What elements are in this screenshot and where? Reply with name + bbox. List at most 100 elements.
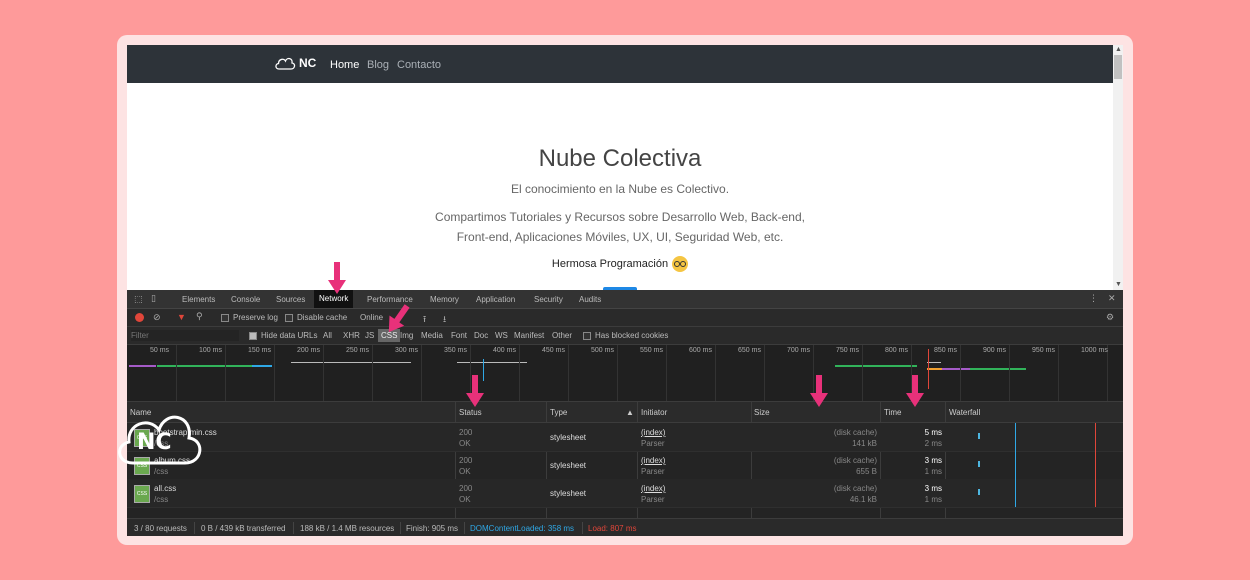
filter-ws[interactable]: WS bbox=[495, 331, 508, 340]
nav-contacto[interactable]: Contacto bbox=[397, 59, 441, 71]
device-toolbar-icon[interactable]: ▯ bbox=[151, 293, 156, 304]
request-name[interactable]: all.css bbox=[154, 484, 176, 493]
timeline-tick-label: 500 ms bbox=[591, 347, 614, 354]
timeline-gridline bbox=[323, 345, 324, 401]
col-type[interactable]: Type bbox=[550, 408, 567, 417]
tab-memory[interactable]: Memory bbox=[430, 295, 459, 304]
hide-data-urls-box[interactable] bbox=[249, 331, 257, 340]
clear-icon[interactable]: ⊘ bbox=[153, 312, 161, 323]
more-options-icon[interactable]: ⋮ bbox=[1089, 293, 1098, 304]
hero-paragraph-line1: Compartimos Tutoriales y Recursos sobre … bbox=[435, 210, 805, 224]
inspect-element-icon[interactable]: ⬚ bbox=[134, 294, 143, 305]
table-row[interactable]: CSS album.css/css 200 OK stylesheet (index) Pa… bbox=[127, 451, 1123, 480]
logo-text: NC bbox=[299, 56, 317, 70]
waterfall-dcl-line bbox=[1015, 451, 1016, 479]
timeline-gridline bbox=[274, 345, 275, 401]
throttling-select[interactable]: Online bbox=[360, 313, 383, 322]
timeline-gridline bbox=[519, 345, 520, 401]
settings-gear-icon[interactable]: ⚙ bbox=[1106, 312, 1114, 323]
request-latency: 1 ms bbox=[924, 467, 942, 476]
request-time: 3 ms bbox=[924, 484, 942, 493]
timeline-gridline bbox=[421, 345, 422, 401]
tab-performance[interactable]: Performance bbox=[367, 295, 413, 304]
page-scrollbar[interactable]: ▲ ▼ bbox=[1113, 45, 1123, 290]
timeline-gridline bbox=[764, 345, 765, 401]
timeline-tick-label: 350 ms bbox=[444, 347, 467, 354]
filter-input[interactable]: Filter bbox=[131, 330, 239, 341]
request-type: stylesheet bbox=[550, 489, 587, 498]
request-size: 46.1 kB bbox=[849, 495, 877, 504]
col-time[interactable]: Time bbox=[884, 408, 901, 417]
close-devtools-icon[interactable]: ✕ bbox=[1108, 293, 1116, 304]
timeline-gridline bbox=[1058, 345, 1059, 401]
site-logo[interactable]: NC bbox=[274, 56, 316, 70]
col-status[interactable]: Status bbox=[459, 408, 482, 417]
tab-application[interactable]: Application bbox=[476, 295, 515, 304]
timeline-tick-label: 950 ms bbox=[1032, 347, 1055, 354]
nav-home[interactable]: Home bbox=[330, 59, 359, 71]
col-waterfall[interactable]: Waterfall bbox=[949, 408, 980, 417]
annotation-arrow-status bbox=[466, 375, 484, 407]
tab-elements[interactable]: Elements bbox=[182, 295, 215, 304]
timeline-tick-label: 100 ms bbox=[199, 347, 222, 354]
filter-all[interactable]: All bbox=[323, 331, 332, 340]
scroll-up-icon[interactable]: ▲ bbox=[1115, 46, 1122, 53]
disable-cache-box[interactable] bbox=[285, 313, 293, 322]
filter-media[interactable]: Media bbox=[421, 331, 443, 340]
col-size[interactable]: Size bbox=[754, 408, 770, 417]
filter-img[interactable]: Img bbox=[400, 331, 413, 340]
import-har-icon[interactable]: ⭱ bbox=[423, 312, 426, 328]
network-overview-timeline[interactable]: 50 ms 100 ms 150 ms 200 ms 250 ms 300 ms 350 m… bbox=[127, 345, 1123, 402]
filter-icon[interactable]: ▼ bbox=[177, 312, 186, 322]
timeline-tick-label: 650 ms bbox=[738, 347, 761, 354]
preserve-log-box[interactable] bbox=[221, 313, 229, 322]
filter-js[interactable]: JS bbox=[365, 331, 374, 340]
tab-security[interactable]: Security bbox=[534, 295, 563, 304]
tab-console[interactable]: Console bbox=[231, 295, 260, 304]
nav-blog[interactable]: Blog bbox=[367, 59, 389, 71]
request-status: 200 bbox=[459, 428, 473, 437]
table-row[interactable]: CSS all.css/css 200 OK stylesheet (index) Pars… bbox=[127, 479, 1123, 508]
scrollbar-thumb[interactable] bbox=[1114, 55, 1122, 79]
filter-xhr[interactable]: XHR bbox=[343, 331, 360, 340]
timeline-tick-label: 700 ms bbox=[787, 347, 810, 354]
waterfall-load-line bbox=[1095, 451, 1096, 479]
scroll-down-icon[interactable]: ▼ bbox=[1115, 281, 1122, 288]
annotation-arrow-network bbox=[328, 262, 346, 294]
cloud-icon bbox=[275, 57, 296, 70]
col-initiator[interactable]: Initiator bbox=[641, 408, 667, 417]
sort-ascending-icon[interactable]: ▲ bbox=[626, 408, 634, 417]
overview-bar-6 bbox=[835, 365, 917, 367]
export-har-icon[interactable]: ⭳ bbox=[443, 312, 446, 328]
network-toolbar: ⊘ ▼ ⚲ Preserve log Disable cache Online … bbox=[127, 309, 1123, 327]
blocked-cookies-box[interactable] bbox=[583, 331, 591, 340]
overview-bar-4 bbox=[291, 362, 411, 363]
request-initiator[interactable]: (index) bbox=[641, 484, 665, 493]
timeline-tick-label: 250 ms bbox=[346, 347, 369, 354]
preserve-log-checkbox[interactable]: Preserve log bbox=[221, 313, 278, 322]
request-initiator[interactable]: (index) bbox=[641, 456, 665, 465]
filter-manifest[interactable]: Manifest bbox=[514, 331, 544, 340]
timeline-gridline bbox=[372, 345, 373, 401]
table-row[interactable]: CSS bootstrap.min.css/css 200 OK stylesheet(… bbox=[127, 423, 1123, 452]
search-icon[interactable]: ⚲ bbox=[196, 311, 203, 322]
disable-cache-checkbox[interactable]: Disable cache bbox=[285, 313, 347, 322]
site-navbar: NC Home Blog Contacto bbox=[127, 45, 1113, 83]
waterfall-load-line bbox=[1095, 423, 1096, 451]
record-icon[interactable] bbox=[135, 313, 144, 322]
overview-bar-7 bbox=[927, 362, 941, 363]
filter-font[interactable]: Font bbox=[451, 331, 467, 340]
filter-doc[interactable]: Doc bbox=[474, 331, 488, 340]
tab-audits[interactable]: Audits bbox=[579, 295, 601, 304]
blocked-cookies-checkbox[interactable]: Has blocked cookies bbox=[583, 331, 668, 340]
devtools-tabbar: ⬚ ▯ Elements Console Sources Network Per… bbox=[127, 290, 1123, 309]
request-type: stylesheet bbox=[550, 433, 587, 442]
tab-sources[interactable]: Sources bbox=[276, 295, 305, 304]
request-time: 3 ms bbox=[924, 456, 942, 465]
timeline-tick-label: 150 ms bbox=[248, 347, 271, 354]
filter-other[interactable]: Other bbox=[552, 331, 572, 340]
request-initiator[interactable]: (index) bbox=[641, 428, 665, 437]
hide-data-urls-checkbox[interactable]: Hide data URLs bbox=[249, 331, 317, 340]
browser-window: NC Home Blog Contacto ▲ ▼ Nube Colectiva… bbox=[127, 45, 1123, 536]
request-latency: 2 ms bbox=[924, 439, 942, 448]
